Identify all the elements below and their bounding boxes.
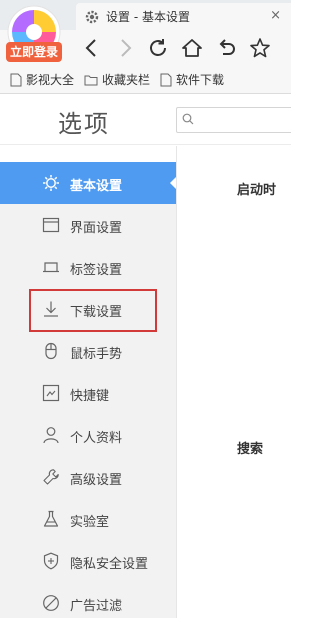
window-icon bbox=[42, 217, 60, 233]
sidebar-item-shortcuts[interactable]: 快捷键 bbox=[0, 372, 176, 414]
sidebar-item-interface-settings[interactable]: 界面设置 bbox=[0, 204, 176, 246]
page-icon bbox=[160, 73, 172, 86]
bookmark-label: 收藏夹栏 bbox=[102, 73, 151, 87]
reload-icon[interactable] bbox=[146, 36, 170, 60]
bookmark-item[interactable]: 影视大全 bbox=[10, 71, 74, 88]
settings-sidebar: 基本设置 界面设置 标签设置 下载设置 鼠标手势 快捷键 个人资料 高级设置 实… bbox=[0, 162, 177, 618]
search-input[interactable] bbox=[197, 110, 287, 130]
sidebar-item-label: 鼠标手势 bbox=[70, 347, 123, 362]
search-icon bbox=[182, 113, 194, 125]
star-icon[interactable] bbox=[248, 36, 272, 60]
keyboard-icon bbox=[42, 384, 60, 402]
section-startup-label: 启动时 bbox=[237, 183, 277, 198]
forward-icon[interactable] bbox=[113, 36, 137, 60]
sidebar-item-label: 隐私安全设置 bbox=[70, 557, 149, 572]
tab-settings[interactable]: 设置 - 基本设置 × bbox=[76, 3, 291, 30]
shield-icon bbox=[43, 552, 59, 570]
sidebar-item-label: 基本设置 bbox=[70, 179, 123, 194]
highlight-box bbox=[29, 289, 157, 332]
sidebar-item-label: 标签设置 bbox=[70, 263, 123, 278]
gear-icon bbox=[43, 175, 59, 191]
person-icon bbox=[43, 427, 59, 444]
tab-icon bbox=[43, 262, 59, 273]
back-icon[interactable] bbox=[80, 36, 104, 60]
gear-icon bbox=[85, 10, 99, 23]
browser-window: 设置 - 基本设置 × 影视大全 收藏夹栏 软件下载 立即登录 选项 基本设置 … bbox=[0, 0, 291, 618]
sidebar-item-advanced-settings[interactable]: 高级设置 bbox=[0, 456, 176, 498]
sidebar-item-label: 广告过滤 bbox=[70, 599, 123, 614]
search-box[interactable] bbox=[176, 107, 291, 133]
wrench-icon bbox=[43, 469, 59, 485]
sidebar-item-ad-filter[interactable]: 广告过滤 bbox=[0, 582, 176, 618]
page-title: 选项 bbox=[58, 110, 110, 138]
sidebar-item-label: 界面设置 bbox=[70, 221, 123, 236]
sidebar-item-basic-settings[interactable]: 基本设置 bbox=[0, 162, 177, 204]
sidebar-item-label: 实验室 bbox=[70, 515, 110, 530]
options-header: 选项 bbox=[0, 95, 291, 145]
block-icon bbox=[43, 595, 59, 611]
folder-icon bbox=[84, 75, 98, 85]
bookmark-label: 软件下载 bbox=[176, 73, 225, 87]
sidebar-item-profile[interactable]: 个人资料 bbox=[0, 414, 176, 456]
section-search-label: 搜索 bbox=[237, 442, 264, 457]
mouse-icon bbox=[45, 342, 57, 360]
home-icon[interactable] bbox=[180, 36, 204, 60]
tab-title: 设置 - 基本设置 bbox=[106, 10, 190, 24]
login-button[interactable]: 立即登录 bbox=[6, 42, 62, 62]
sidebar-item-label: 个人资料 bbox=[70, 431, 123, 446]
undo-icon[interactable] bbox=[214, 36, 238, 60]
sidebar-item-label: 高级设置 bbox=[70, 473, 123, 488]
bookmark-item[interactable]: 收藏夹栏 bbox=[84, 71, 150, 88]
page-icon bbox=[10, 73, 22, 86]
settings-content: 启动时 搜索 bbox=[176, 146, 291, 618]
sidebar-item-tab-settings[interactable]: 标签设置 bbox=[0, 246, 176, 288]
flask-icon bbox=[43, 510, 59, 527]
bookmark-label: 影视大全 bbox=[26, 73, 75, 87]
close-icon[interactable]: × bbox=[270, 8, 281, 23]
sidebar-item-label: 快捷键 bbox=[70, 389, 110, 404]
bookmarks-bar: 影视大全 收藏夹栏 软件下载 bbox=[0, 66, 291, 94]
sidebar-item-privacy-security[interactable]: 隐私安全设置 bbox=[0, 540, 176, 582]
bookmark-item[interactable]: 软件下载 bbox=[160, 71, 224, 88]
sidebar-item-mouse-gestures[interactable]: 鼠标手势 bbox=[0, 330, 176, 372]
sidebar-item-lab[interactable]: 实验室 bbox=[0, 498, 176, 540]
